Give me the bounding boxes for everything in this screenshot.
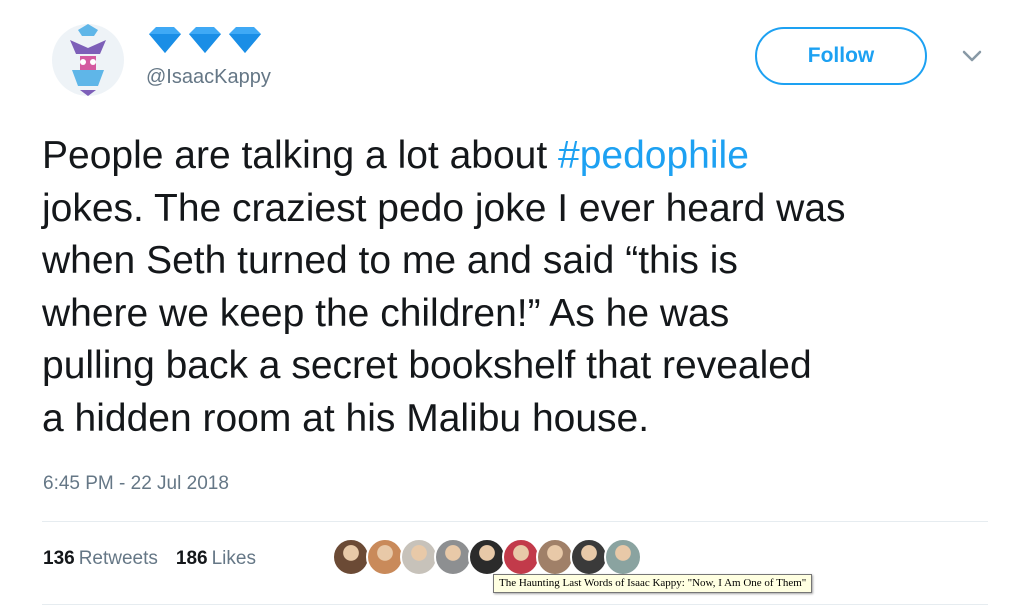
liker-avatar-7[interactable] (536, 538, 574, 576)
divider (42, 604, 988, 605)
chevron-down-icon[interactable] (960, 48, 984, 64)
user-handle[interactable]: @IsaacKappy (146, 66, 271, 89)
tweet-timestamp[interactable]: 6:45 PM - 22 Jul 2018 (43, 473, 229, 495)
retweets-label: Retweets (78, 548, 158, 569)
tweet-line: when Seth turned to me and said “this is (42, 239, 738, 282)
liker-avatar-3[interactable] (400, 538, 438, 576)
liker-avatar-5[interactable] (468, 538, 506, 576)
tweet-line: jokes. The craziest pedo joke I ever hea… (42, 186, 846, 230)
tweet-line: where we keep the children!” As he was (42, 291, 730, 335)
tweet-text: People are talking a lot about #pedophil… (42, 130, 1002, 445)
tweet-line: People are talking a lot about #pedophil… (42, 130, 1002, 183)
liker-avatar-8[interactable] (570, 538, 608, 576)
follow-button[interactable]: Follow (755, 27, 927, 85)
tweet-line: pulling back a secret bookshelf that rev… (42, 344, 812, 387)
tweet-line: a hidden room at his Malibu house. (42, 396, 650, 440)
diamond-icon (149, 27, 181, 53)
hashtag-link[interactable]: #pedophile (558, 134, 749, 177)
tweet-text-segment: People are talking a lot about (42, 134, 559, 177)
tweet-stats: 136 Retweets 186 Likes (43, 548, 256, 570)
liker-avatar-1[interactable] (332, 538, 370, 576)
retweets-count: 136 (43, 548, 75, 569)
likes-stat[interactable]: 186 Likes (176, 548, 256, 570)
liker-avatars (332, 538, 642, 576)
likes-count: 186 (175, 548, 208, 569)
divider (42, 521, 988, 522)
diamond-icon (229, 27, 261, 53)
liker-avatar-2[interactable] (366, 538, 404, 576)
likes-label: Likes (211, 548, 256, 569)
avatar-icon (52, 24, 124, 96)
diamond-badges (147, 25, 263, 55)
avatar[interactable] (50, 20, 126, 100)
diamond-icon (189, 27, 221, 53)
liker-avatar-9[interactable] (604, 538, 642, 576)
retweets-stat[interactable]: 136 Retweets (43, 548, 158, 570)
liker-avatar-4[interactable] (434, 538, 472, 576)
liker-avatar-6[interactable] (502, 538, 540, 576)
tooltip: The Haunting Last Words of Isaac Kappy: … (493, 574, 813, 593)
